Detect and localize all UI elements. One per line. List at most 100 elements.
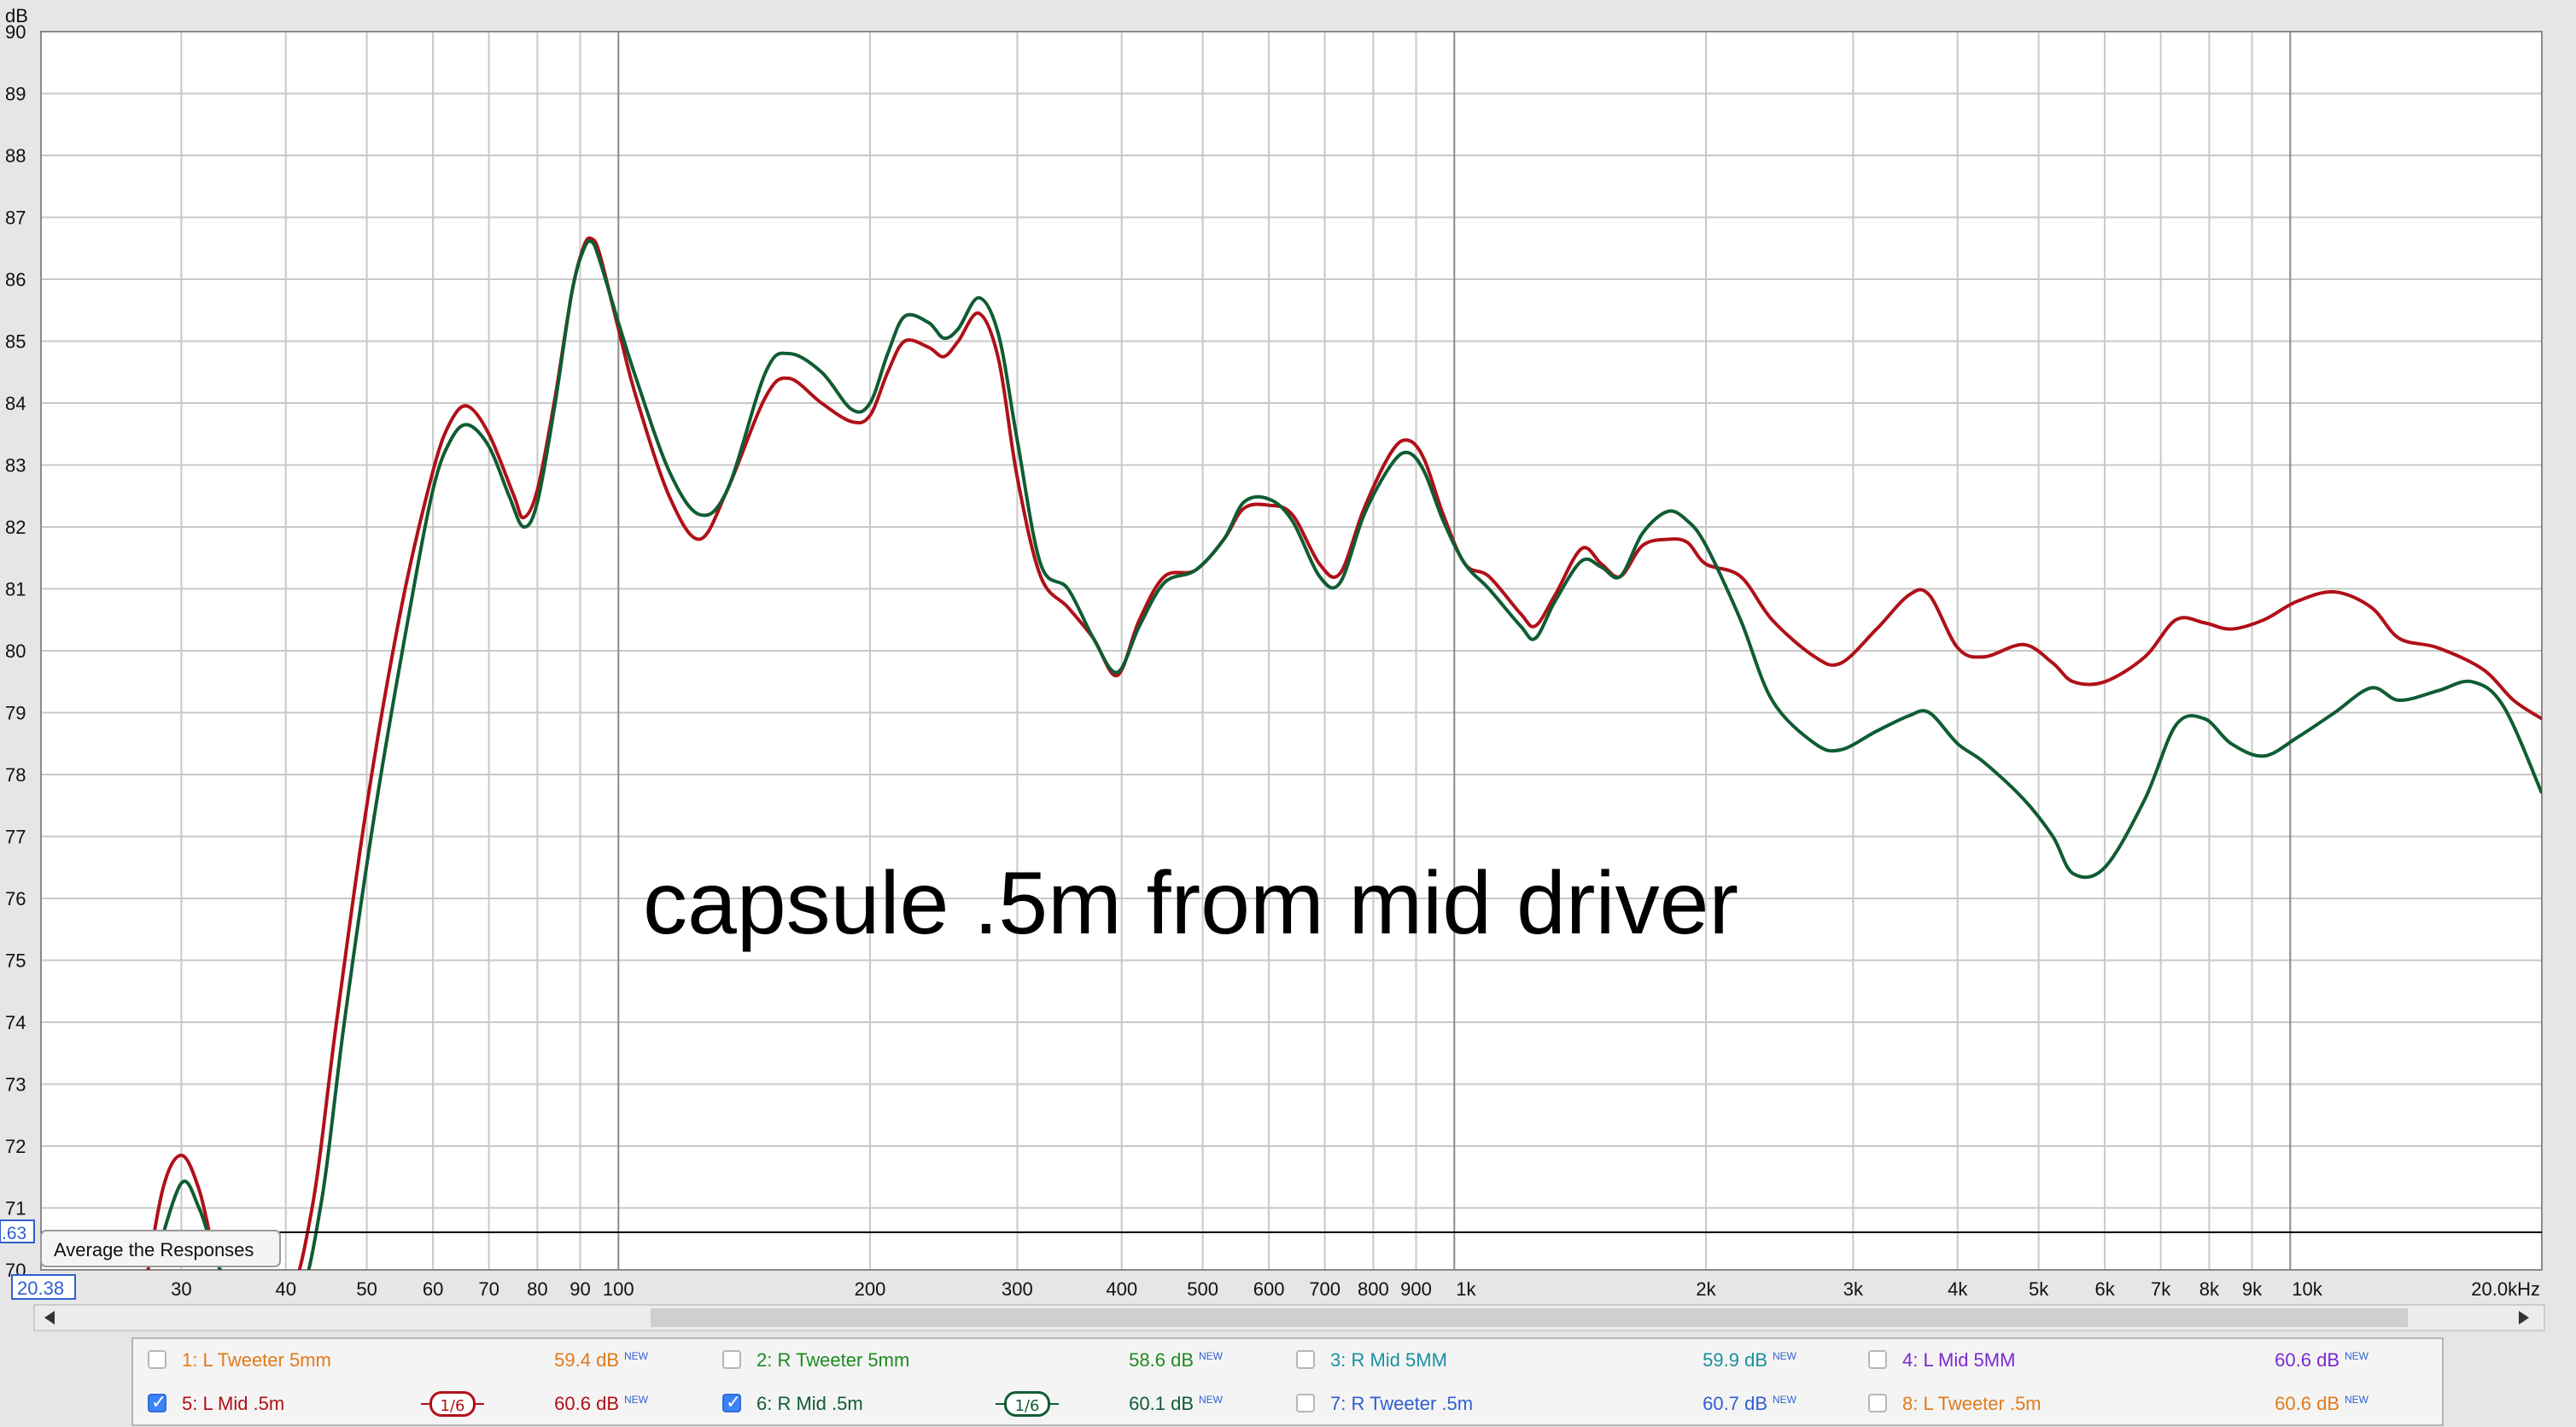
x-tick-label: 70 (478, 1278, 499, 1300)
x-tick-label: 80 (527, 1278, 547, 1300)
legend-level: 58.6 dB NEW (1103, 1349, 1223, 1371)
x-tick-label: 4k (1948, 1278, 1968, 1300)
smoothing-button[interactable]: 1/6 (421, 1391, 484, 1417)
average-responses-button[interactable]: Average the Responses (40, 1230, 281, 1267)
x-tick-label: 7k (2151, 1278, 2171, 1300)
y-tick-label: 88 (5, 145, 26, 167)
y-tick-label: 87 (5, 208, 26, 229)
y-tick-label: 78 (5, 764, 26, 786)
y-tick-label: 73 (5, 1074, 26, 1096)
legend-checkbox[interactable] (722, 1350, 741, 1369)
y-tick-label: 83 (5, 455, 26, 477)
legend-level: 60.7 dB NEW (1677, 1393, 1796, 1415)
x-tick-label: 60 (423, 1278, 443, 1300)
scrollbar-track[interactable] (651, 1308, 2408, 1327)
y-tick-label: 84 (5, 393, 26, 414)
legend-db-value: 59.9 dB (1703, 1349, 1767, 1371)
x-min-readout[interactable]: 20.38 (11, 1274, 76, 1300)
x-tick-label: 800 (1358, 1278, 1389, 1300)
new-badge: NEW (2345, 1393, 2369, 1406)
new-badge: NEW (2345, 1349, 2369, 1362)
legend-level: 60.6 dB NEW (2249, 1349, 2369, 1371)
legend-checkbox[interactable] (148, 1350, 166, 1369)
x-tick-label: 1k (1456, 1278, 1476, 1300)
x-tick-label: 90 (570, 1278, 590, 1300)
legend-label[interactable]: 6: R Mid .5m (756, 1393, 863, 1415)
y-tick-label: 74 (5, 1012, 26, 1033)
legend-level: 60.6 dB NEW (2249, 1393, 2369, 1415)
legend-db-value: 60.6 dB (2275, 1349, 2339, 1371)
legend-label[interactable]: 1: L Tweeter 5mm (182, 1349, 331, 1371)
legend-label[interactable]: 5: L Mid .5m (182, 1393, 284, 1415)
legend-label[interactable]: 3: R Mid 5MM (1330, 1349, 1447, 1371)
x-tick-label: 700 (1309, 1278, 1341, 1300)
x-tick-label: 9k (2242, 1278, 2263, 1300)
y-tick-label: 79 (5, 703, 26, 724)
x-tick-label: 900 (1400, 1278, 1432, 1300)
legend-label[interactable]: 8: L Tweeter .5m (1902, 1393, 2042, 1415)
svg-text:.63: .63 (2, 1224, 26, 1243)
chart-annotation: capsule .5m from mid driver (643, 854, 1738, 953)
y-tick-label: 86 (5, 269, 26, 290)
y-tick-label: 71 (5, 1198, 26, 1219)
svg-text:Average the Responses: Average the Responses (54, 1239, 254, 1260)
legend-checkbox[interactable] (1296, 1350, 1315, 1369)
legend-checkbox[interactable] (1296, 1394, 1315, 1412)
x-tick-label: 500 (1187, 1278, 1218, 1300)
x-tick-label: 300 (1002, 1278, 1033, 1300)
y-tick-label: 80 (5, 640, 26, 662)
y-axis-unit: dB (5, 5, 28, 26)
smoothing-label[interactable]: 1/6 (429, 1391, 476, 1417)
new-badge: NEW (1773, 1393, 1796, 1406)
grid-lines (40, 31, 2543, 1271)
smoothing-button[interactable]: 1/6 (996, 1391, 1059, 1417)
y-tick-label: 81 (5, 579, 26, 600)
legend-db-value: 58.6 dB (1129, 1349, 1194, 1371)
legend-label[interactable]: 4: L Mid 5MM (1902, 1349, 2015, 1371)
x-tick-label: 200 (855, 1278, 886, 1300)
x-tick-label: 8k (2199, 1278, 2220, 1300)
legend-checkbox[interactable] (1868, 1394, 1887, 1412)
y-tick-labels: 7071727374757677787980818283848586878889… (5, 21, 26, 1281)
new-badge: NEW (1773, 1349, 1796, 1362)
y-tick-label: 75 (5, 950, 26, 972)
legend-level: 59.4 dB NEW (529, 1349, 648, 1371)
new-badge: NEW (1199, 1393, 1223, 1406)
x-tick-label: 100 (603, 1278, 634, 1300)
x-tick-label: 5k (2029, 1278, 2049, 1300)
legend-db-value: 60.1 dB (1129, 1393, 1194, 1414)
legend-checkbox[interactable] (1868, 1350, 1887, 1369)
x-tick-label: 40 (275, 1278, 295, 1300)
frequency-response-chart: 70 71 72 73 74 75 76 77 78 79 80 81 82 83 84 85 86 87 88 89… (0, 5, 2545, 1426)
legend-db-value: 60.6 dB (554, 1393, 619, 1414)
legend-db-value: 60.7 dB (1703, 1393, 1767, 1414)
y-tick-label: 89 (5, 84, 26, 105)
legend-level: 60.1 dB NEW (1103, 1393, 1223, 1415)
legend-label[interactable]: 2: R Tweeter 5mm (756, 1349, 909, 1371)
smoothing-label[interactable]: 1/6 (1004, 1391, 1050, 1417)
x-tick-labels: 30 40 50 60 70 80 90 100 200 300 400 500 600 700 800 90… (171, 1278, 2540, 1300)
x-tick-label: 3k (1843, 1278, 1864, 1300)
x-tick-label: 400 (1106, 1278, 1137, 1300)
x-tick-label: 6k (2094, 1278, 2115, 1300)
y-tick-label: 76 (5, 888, 26, 909)
legend-label[interactable]: 7: R Tweeter .5m (1330, 1393, 1473, 1415)
legend-level: 59.9 dB NEW (1677, 1349, 1796, 1371)
legend-checkbox[interactable] (148, 1392, 166, 1413)
y-tick-label: 85 (5, 331, 26, 353)
x-tick-label: 20.0kHz (2471, 1278, 2540, 1300)
y-tick-label: 77 (5, 827, 26, 848)
x-tick-label: 2k (1696, 1278, 1716, 1300)
x-tick-label: 10k (2292, 1278, 2322, 1300)
new-badge: NEW (624, 1349, 648, 1362)
svg-text:20.38: 20.38 (17, 1278, 64, 1299)
legend-checkbox[interactable] (722, 1392, 741, 1413)
legend-db-value: 59.4 dB (554, 1349, 619, 1371)
new-badge: NEW (624, 1393, 648, 1406)
horizontal-scrollbar[interactable] (33, 1304, 2545, 1331)
legend-level: 60.6 dB NEW (529, 1393, 648, 1415)
y-tick-label: 72 (5, 1136, 26, 1157)
new-badge: NEW (1199, 1349, 1223, 1362)
legend-db-value: 60.6 dB (2275, 1393, 2339, 1414)
y-marker-readout[interactable]: .63 (0, 1219, 35, 1243)
